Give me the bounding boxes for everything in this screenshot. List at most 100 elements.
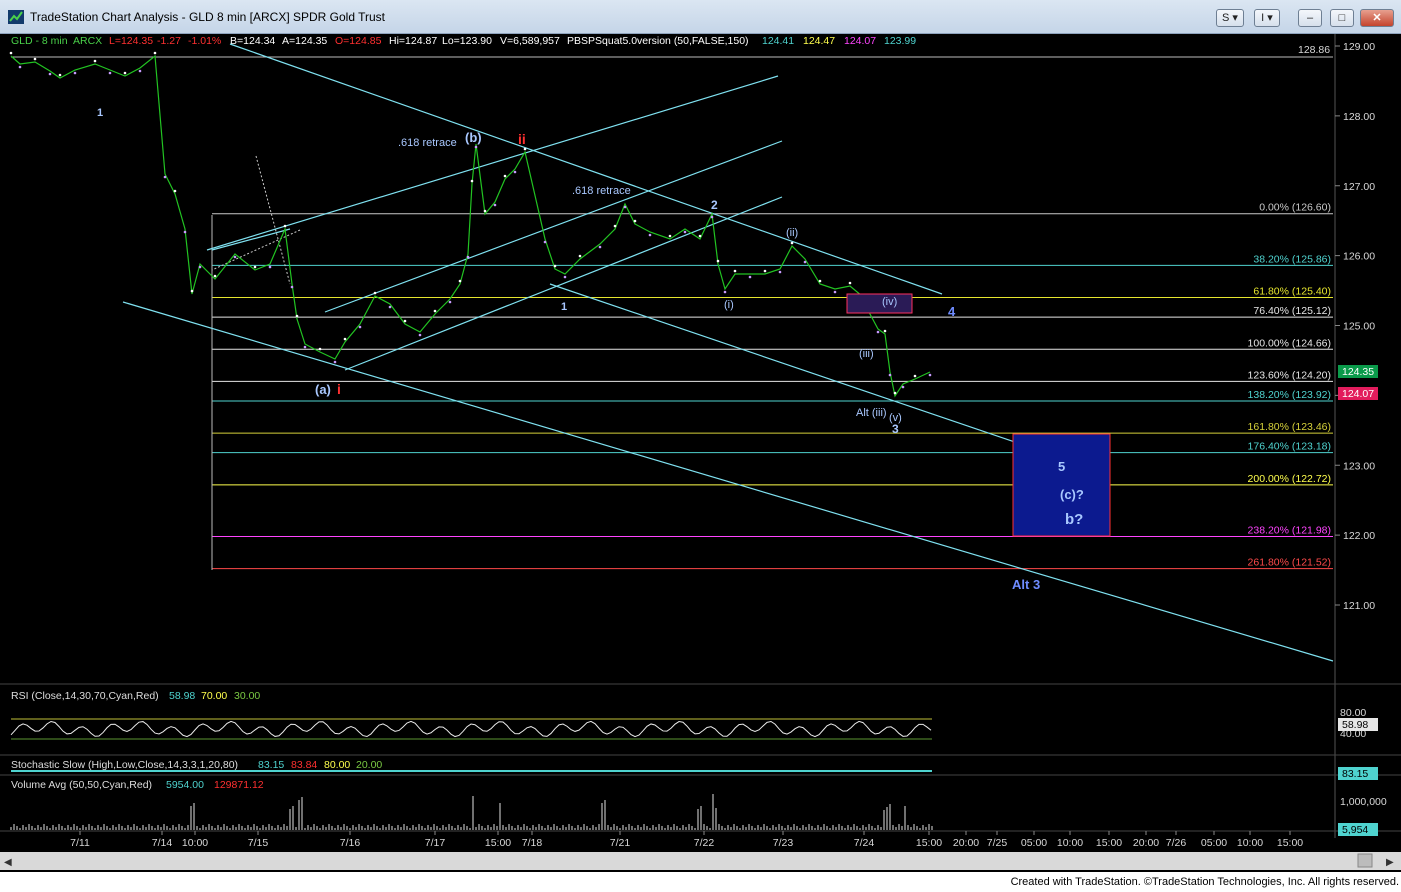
chart-svg[interactable]: GLD - 8 min ARCX L=124.35 -1.27 -1.01% B…: [0, 34, 1401, 872]
bar-high-marker: [253, 265, 257, 269]
time-tick-label: 7/11: [70, 837, 90, 849]
bar-low-marker: [268, 265, 272, 269]
bar-low-marker: [233, 255, 237, 259]
retrace-dotted-lines: [211, 155, 301, 285]
wave-annotation: Alt 3: [1012, 577, 1040, 592]
bar-low-marker: [138, 69, 142, 73]
bar-high-marker: [403, 319, 407, 323]
wave-annotation: (ii): [786, 227, 798, 239]
time-tick-label: 15:00: [1096, 837, 1122, 849]
scroll-right-arrow-icon[interactable]: ▶: [1386, 857, 1394, 868]
time-tick-label: 10:00: [182, 837, 208, 849]
chart-header: GLD - 8 min ARCX L=124.35 -1.27 -1.01% B…: [11, 35, 916, 47]
close-button[interactable]: ✕: [1360, 9, 1394, 27]
bar-low-marker: [418, 333, 422, 337]
price-tick-label: 122.00: [1343, 530, 1375, 542]
bar-high-marker: [433, 309, 437, 313]
price-tick-label: 121.00: [1343, 600, 1375, 612]
wave-annotation: ii: [518, 131, 526, 147]
footer-copyright: Created with TradeStation. ©TradeStation…: [1010, 876, 1399, 888]
scroll-left-arrow-icon[interactable]: ◀: [4, 857, 12, 868]
bar-high-marker: [848, 281, 852, 285]
header-last: L=124.35: [109, 35, 153, 47]
maximize-button[interactable]: □: [1330, 9, 1354, 27]
wave-annotation: i: [337, 381, 341, 397]
fib-level-label: 176.40% (123.18): [1248, 441, 1331, 453]
price-tick-label: 125.00: [1343, 321, 1375, 333]
i-dropdown-button[interactable]: I ▾: [1254, 9, 1280, 27]
fib-level-label: 261.80% (121.52): [1248, 557, 1331, 569]
bar-high-marker: [893, 391, 897, 395]
bar-low-marker: [48, 72, 52, 76]
bar-high-marker: [283, 224, 287, 228]
target-line: [549, 283, 1051, 455]
bar-low-marker: [358, 325, 362, 329]
wave-annotation: Alt (iii): [856, 407, 887, 419]
rsi-current-label: 58.98: [1342, 719, 1368, 731]
stoch-oversold: 20.00: [356, 759, 382, 771]
header-bid: B=124.34: [230, 35, 275, 47]
volume-bars: [10, 794, 933, 830]
header-ask: A=124.35: [282, 35, 327, 47]
wave-annotation: 1: [561, 301, 567, 313]
wave-iv-box: [846, 293, 913, 314]
price-plot[interactable]: 1 .618 retrace (b) ii .618 retrace 2 (ii) 1 (i) (…: [9, 43, 1334, 662]
bar-low-marker: [333, 360, 337, 364]
bar-high-marker: [93, 59, 97, 63]
chart-area[interactable]: GLD - 8 min ARCX L=124.35 -1.27 -1.01% B…: [0, 34, 1401, 872]
wave-annotation: (c)?: [1060, 487, 1084, 502]
channel-upper-line: [206, 75, 779, 251]
fib-level-label: 123.60% (124.20): [1248, 369, 1331, 381]
stochastic-pane[interactable]: Stochastic Slow (High,Low,Close,14,3,3,1…: [11, 759, 1378, 780]
bar-high-marker: [913, 374, 917, 378]
stoch-overbought: 80.00: [324, 759, 350, 771]
s-dropdown-button[interactable]: S ▾: [1216, 9, 1244, 27]
rsi-value: 58.98: [169, 690, 195, 702]
wave-annotation: (b): [465, 130, 482, 145]
footer: Created with TradeStation. ©TradeStation…: [0, 872, 1401, 892]
scrollbar-thumb[interactable]: [1357, 853, 1373, 868]
bar-low-marker: [623, 205, 627, 209]
wave-annotation: 1: [97, 107, 103, 119]
header-low: Lo=123.90: [442, 35, 492, 47]
header-value-3: 124.07: [844, 35, 876, 47]
volume-avg: 129871.12: [214, 779, 264, 791]
wave-annotation: 4: [948, 304, 956, 319]
bar-high-marker: [883, 329, 887, 333]
bar-high-marker: [578, 254, 582, 258]
horizontal-scrollbar[interactable]: ◀ ▶: [0, 852, 1401, 870]
time-tick-label: 7/24: [854, 837, 875, 849]
target-zone-box: [1012, 433, 1111, 537]
fib-level-label: 0.00% (126.60): [1259, 202, 1331, 214]
bar-low-marker: [748, 275, 752, 279]
fibonacci-labels: 0.00% (126.60) 38.20% (125.86) 61.80% (125…: [1248, 202, 1331, 569]
bar-low-marker: [563, 275, 567, 279]
time-tick-label: 7/18: [522, 837, 543, 849]
time-tick-label: 10:00: [1057, 837, 1083, 849]
scrollbar-track[interactable]: [0, 852, 1401, 870]
rsi-pane[interactable]: RSI (Close,14,30,70,Cyan,Red) 58.98 70.0…: [10, 690, 1378, 740]
wave-annotation: 3: [892, 422, 899, 436]
volume-pane[interactable]: Volume Avg (50,50,Cyan,Red) 5954.00 1298…: [10, 779, 1387, 836]
volume-label: Volume Avg (50,50,Cyan,Red): [11, 779, 152, 791]
bar-low-marker: [543, 240, 547, 244]
fib-level-label: 238.20% (121.98): [1248, 525, 1331, 537]
time-tick-label: 10:00: [1237, 837, 1263, 849]
header-value-2: 124.47: [803, 35, 835, 47]
header-indicator: PBSPSquat5.0version (50,FALSE,150): [567, 35, 749, 47]
stoch-current-label: 83.15: [1342, 768, 1368, 780]
wave-annotation: (a): [315, 382, 331, 397]
time-tick-label: 05:00: [1021, 837, 1047, 849]
header-change: -1.27: [157, 35, 181, 47]
bar-low-marker: [648, 233, 652, 237]
bar-low-marker: [290, 285, 294, 289]
header-volume: V=6,589,957: [500, 35, 560, 47]
bar-high-marker: [470, 179, 474, 183]
time-tick-label: 7/16: [340, 837, 361, 849]
bar-low-marker: [928, 373, 932, 377]
minimize-button[interactable]: –: [1298, 9, 1322, 27]
rsi-oversold: 30.00: [234, 690, 260, 702]
header-exchange: ARCX: [73, 35, 102, 47]
fibonacci-levels: [212, 213, 1333, 570]
time-tick-label: 15:00: [1277, 837, 1303, 849]
